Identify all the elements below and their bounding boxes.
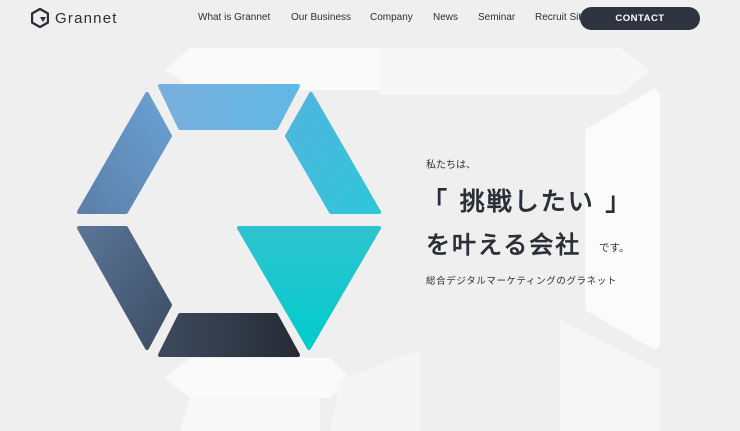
nav-our-business[interactable]: Our Business	[291, 12, 351, 23]
nav-recruit-site[interactable]: Recruit Site	[535, 12, 587, 23]
nav-company[interactable]: Company	[370, 12, 413, 23]
nav-what-is-grannet[interactable]: What is Grannet	[198, 12, 270, 23]
contact-button[interactable]: CONTACT	[580, 7, 700, 30]
hex-segment-top-right	[285, 92, 381, 214]
hero-tagline: 総合デジタルマーケティングのグラネット	[426, 276, 617, 287]
hero-headline-suffix: です。	[599, 242, 630, 254]
hero-hexagon-logo	[77, 84, 381, 357]
hex-segment-bottom	[158, 313, 300, 357]
site-header: Grannet What is Grannet Our Business Com…	[0, 0, 740, 38]
hex-segment-top-left	[77, 92, 172, 214]
nav-seminar[interactable]: Seminar	[478, 12, 515, 23]
hero-headline-line1: 「 挑戦したい 」	[422, 187, 633, 216]
hero-headline-line2: を叶える会社	[426, 231, 582, 259]
hex-segment-top	[158, 84, 300, 130]
hero-intro: 私たちは、	[426, 160, 476, 171]
nav-news[interactable]: News	[433, 12, 458, 23]
hex-segment-bottom-left	[77, 226, 172, 350]
